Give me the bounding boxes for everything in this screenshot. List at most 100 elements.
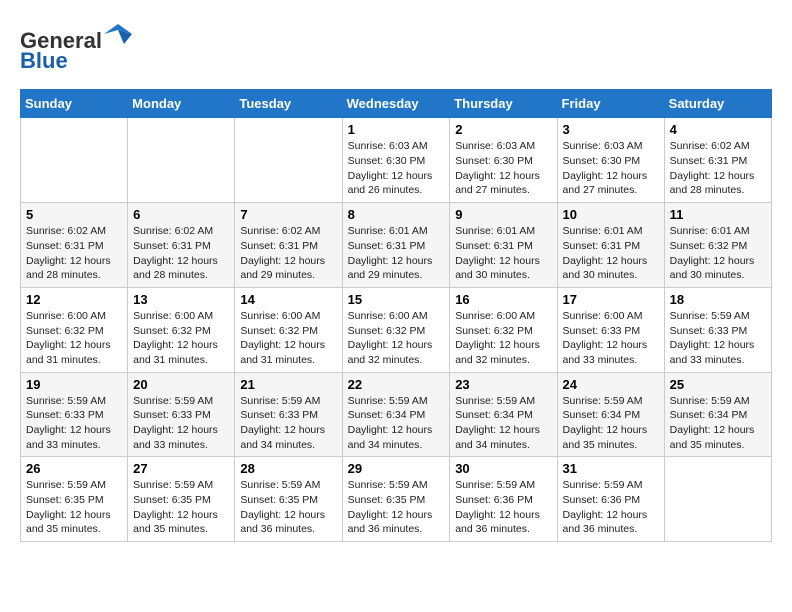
day-number: 11 [670, 207, 766, 222]
day-number: 2 [455, 122, 551, 137]
day-number: 16 [455, 292, 551, 307]
day-number: 6 [133, 207, 229, 222]
day-number: 5 [26, 207, 122, 222]
day-number: 18 [670, 292, 766, 307]
day-info: Sunrise: 6:01 AM Sunset: 6:32 PM Dayligh… [670, 224, 766, 283]
day-number: 29 [348, 461, 445, 476]
calendar-day-cell: 29 Sunrise: 5:59 AM Sunset: 6:35 PM Dayli… [342, 457, 450, 542]
calendar-day-cell [664, 457, 771, 542]
day-info: Sunrise: 6:02 AM Sunset: 6:31 PM Dayligh… [26, 224, 122, 283]
weekday-header-cell: Friday [557, 90, 664, 118]
day-info: Sunrise: 5:59 AM Sunset: 6:33 PM Dayligh… [26, 394, 122, 453]
day-number: 19 [26, 377, 122, 392]
day-info: Sunrise: 5:59 AM Sunset: 6:35 PM Dayligh… [348, 478, 445, 537]
day-info: Sunrise: 5:59 AM Sunset: 6:36 PM Dayligh… [563, 478, 659, 537]
calendar-day-cell: 15Sunrise: 6:00 AM Sunset: 6:32 PM Dayli… [342, 287, 450, 372]
calendar-body: 1 Sunrise: 6:03 AM Sunset: 6:30 PM Daylig… [21, 118, 772, 542]
day-info: Sunrise: 6:03 AM Sunset: 6:30 PM Dayligh… [563, 139, 659, 198]
day-number: 26 [26, 461, 122, 476]
calendar-day-cell: 3 Sunrise: 6:03 AM Sunset: 6:30 PM Daylig… [557, 118, 664, 203]
day-number: 21 [240, 377, 336, 392]
day-info: Sunrise: 5:59 AM Sunset: 6:33 PM Dayligh… [240, 394, 336, 453]
day-info: Sunrise: 5:59 AM Sunset: 6:36 PM Dayligh… [455, 478, 551, 537]
day-info: Sunrise: 6:01 AM Sunset: 6:31 PM Dayligh… [348, 224, 445, 283]
calendar-week-row: 26 Sunrise: 5:59 AM Sunset: 6:35 PM Dayli… [21, 457, 772, 542]
calendar-day-cell: 16 Sunrise: 6:00 AM Sunset: 6:32 PM Dayli… [450, 287, 557, 372]
weekday-header-cell: Thursday [450, 90, 557, 118]
logo-bird-icon [104, 20, 132, 48]
day-number: 14 [240, 292, 336, 307]
calendar-day-cell: 11 Sunrise: 6:01 AM Sunset: 6:32 PM Dayli… [664, 203, 771, 288]
calendar-day-cell [21, 118, 128, 203]
day-number: 22 [348, 377, 445, 392]
calendar-day-cell: 1 Sunrise: 6:03 AM Sunset: 6:30 PM Daylig… [342, 118, 450, 203]
day-info: Sunrise: 5:59 AM Sunset: 6:33 PM Dayligh… [133, 394, 229, 453]
day-info: Sunrise: 5:59 AM Sunset: 6:34 PM Dayligh… [670, 394, 766, 453]
day-number: 23 [455, 377, 551, 392]
calendar-week-row: 1 Sunrise: 6:03 AM Sunset: 6:30 PM Daylig… [21, 118, 772, 203]
day-info: Sunrise: 5:59 AM Sunset: 6:34 PM Dayligh… [563, 394, 659, 453]
calendar-week-row: 5 Sunrise: 6:02 AM Sunset: 6:31 PM Daylig… [21, 203, 772, 288]
day-number: 30 [455, 461, 551, 476]
day-info: Sunrise: 6:02 AM Sunset: 6:31 PM Dayligh… [670, 139, 766, 198]
weekday-header-row: SundayMondayTuesdayWednesdayThursdayFrid… [21, 90, 772, 118]
calendar-day-cell: 5 Sunrise: 6:02 AM Sunset: 6:31 PM Daylig… [21, 203, 128, 288]
calendar-day-cell: 22 Sunrise: 5:59 AM Sunset: 6:34 PM Dayli… [342, 372, 450, 457]
day-info: Sunrise: 6:01 AM Sunset: 6:31 PM Dayligh… [455, 224, 551, 283]
calendar-week-row: 12Sunrise: 6:00 AM Sunset: 6:32 PM Dayli… [21, 287, 772, 372]
logo-blue-text: Blue [20, 48, 68, 73]
calendar-day-cell: 9 Sunrise: 6:01 AM Sunset: 6:31 PM Daylig… [450, 203, 557, 288]
calendar-day-cell: 12Sunrise: 6:00 AM Sunset: 6:32 PM Dayli… [21, 287, 128, 372]
day-number: 9 [455, 207, 551, 222]
day-info: Sunrise: 6:01 AM Sunset: 6:31 PM Dayligh… [563, 224, 659, 283]
day-number: 4 [670, 122, 766, 137]
calendar-day-cell: 7 Sunrise: 6:02 AM Sunset: 6:31 PM Daylig… [235, 203, 342, 288]
day-info: Sunrise: 6:00 AM Sunset: 6:32 PM Dayligh… [240, 309, 336, 368]
calendar-day-cell: 10 Sunrise: 6:01 AM Sunset: 6:31 PM Dayli… [557, 203, 664, 288]
calendar-day-cell: 4 Sunrise: 6:02 AM Sunset: 6:31 PM Daylig… [664, 118, 771, 203]
calendar-day-cell: 30 Sunrise: 5:59 AM Sunset: 6:36 PM Dayli… [450, 457, 557, 542]
calendar-day-cell: 18Sunrise: 5:59 AM Sunset: 6:33 PM Dayli… [664, 287, 771, 372]
calendar-day-cell: 27Sunrise: 5:59 AM Sunset: 6:35 PM Dayli… [128, 457, 235, 542]
calendar-day-cell: 8 Sunrise: 6:01 AM Sunset: 6:31 PM Daylig… [342, 203, 450, 288]
day-number: 10 [563, 207, 659, 222]
calendar-day-cell: 23Sunrise: 5:59 AM Sunset: 6:34 PM Dayli… [450, 372, 557, 457]
calendar-day-cell: 25 Sunrise: 5:59 AM Sunset: 6:34 PM Dayli… [664, 372, 771, 457]
day-number: 3 [563, 122, 659, 137]
day-number: 24 [563, 377, 659, 392]
page-header: General Blue [20, 20, 772, 73]
calendar-day-cell [235, 118, 342, 203]
calendar-day-cell: 31 Sunrise: 5:59 AM Sunset: 6:36 PM Dayli… [557, 457, 664, 542]
day-info: Sunrise: 6:02 AM Sunset: 6:31 PM Dayligh… [240, 224, 336, 283]
calendar-day-cell: 6Sunrise: 6:02 AM Sunset: 6:31 PM Daylig… [128, 203, 235, 288]
day-info: Sunrise: 6:03 AM Sunset: 6:30 PM Dayligh… [455, 139, 551, 198]
day-number: 1 [348, 122, 445, 137]
day-number: 15 [348, 292, 445, 307]
calendar-day-cell: 20 Sunrise: 5:59 AM Sunset: 6:33 PM Dayli… [128, 372, 235, 457]
day-info: Sunrise: 6:00 AM Sunset: 6:32 PM Dayligh… [455, 309, 551, 368]
day-info: Sunrise: 6:03 AM Sunset: 6:30 PM Dayligh… [348, 139, 445, 198]
calendar-day-cell: 14 Sunrise: 6:00 AM Sunset: 6:32 PM Dayli… [235, 287, 342, 372]
calendar-table: SundayMondayTuesdayWednesdayThursdayFrid… [20, 89, 772, 542]
weekday-header-cell: Wednesday [342, 90, 450, 118]
logo: General Blue [20, 20, 132, 73]
day-number: 7 [240, 207, 336, 222]
day-number: 20 [133, 377, 229, 392]
weekday-header-cell: Tuesday [235, 90, 342, 118]
day-number: 13 [133, 292, 229, 307]
day-number: 25 [670, 377, 766, 392]
weekday-header-cell: Saturday [664, 90, 771, 118]
day-info: Sunrise: 6:00 AM Sunset: 6:32 PM Dayligh… [26, 309, 122, 368]
day-number: 31 [563, 461, 659, 476]
day-number: 27 [133, 461, 229, 476]
day-info: Sunrise: 5:59 AM Sunset: 6:35 PM Dayligh… [240, 478, 336, 537]
calendar-day-cell: 24 Sunrise: 5:59 AM Sunset: 6:34 PM Dayli… [557, 372, 664, 457]
calendar-day-cell: 21 Sunrise: 5:59 AM Sunset: 6:33 PM Dayli… [235, 372, 342, 457]
calendar-day-cell: 17Sunrise: 6:00 AM Sunset: 6:33 PM Dayli… [557, 287, 664, 372]
day-info: Sunrise: 5:59 AM Sunset: 6:35 PM Dayligh… [26, 478, 122, 537]
day-info: Sunrise: 5:59 AM Sunset: 6:34 PM Dayligh… [348, 394, 445, 453]
calendar-day-cell [128, 118, 235, 203]
weekday-header-cell: Monday [128, 90, 235, 118]
day-number: 8 [348, 207, 445, 222]
day-info: Sunrise: 6:00 AM Sunset: 6:32 PM Dayligh… [133, 309, 229, 368]
